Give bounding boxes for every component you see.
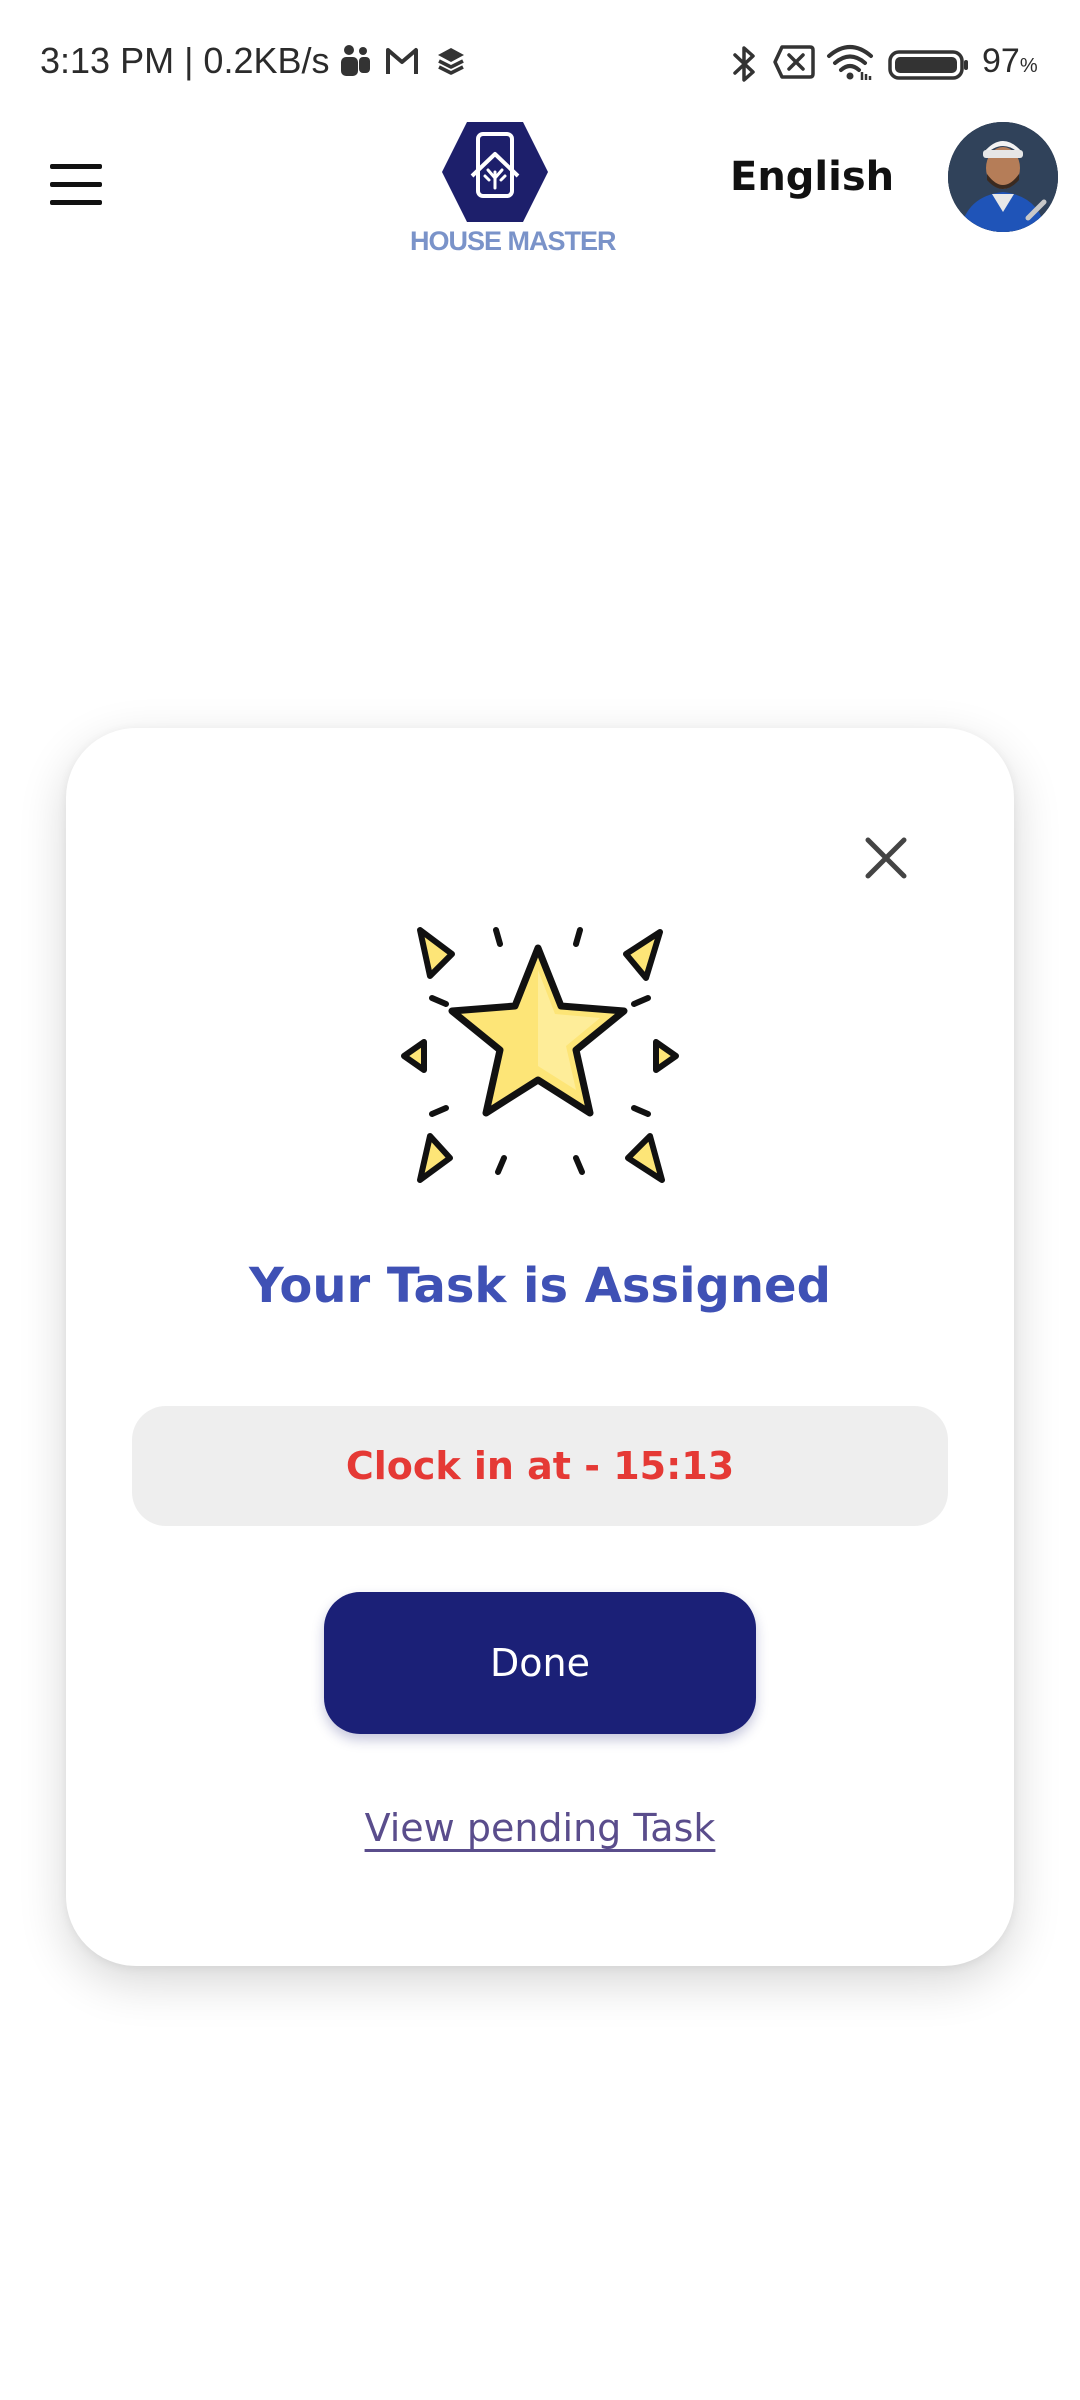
clock-in-banner: Clock in at - 15:13 — [132, 1406, 948, 1526]
status-time: 3:13 PM | 0.2KB/s — [40, 40, 330, 81]
teams-icon — [341, 45, 370, 76]
app-header: HOUSE MASTER English — [0, 110, 1080, 270]
star-celebration-icon — [401, 927, 679, 1183]
close-icon[interactable] — [856, 828, 916, 888]
house-master-logo: HOUSE MASTER — [410, 120, 617, 270]
menu-icon[interactable] — [46, 160, 106, 210]
done-button-label: Done — [490, 1641, 590, 1685]
done-button[interactable]: Done — [324, 1592, 756, 1734]
layers-icon — [438, 48, 464, 75]
clock-in-text: Clock in at - 15:13 — [345, 1444, 735, 1488]
dialog-title: Your Task is Assigned — [249, 1258, 831, 1314]
bluetooth-icon — [733, 46, 755, 82]
view-pending-task-link[interactable]: View pending Task — [66, 1806, 1014, 1850]
gmail-icon — [386, 48, 418, 74]
language-selector[interactable]: English — [730, 154, 894, 200]
logo-hexagon-icon — [442, 122, 548, 222]
avatar[interactable] — [948, 122, 1058, 232]
battery-percentage: 97% — [982, 42, 1038, 80]
battery-icon — [888, 50, 968, 80]
logo-text: HOUSE MASTER — [410, 226, 617, 256]
task-assigned-dialog: Your Task is Assigned Clock in at - 15:1… — [66, 728, 1014, 1966]
wifi-icon — [827, 45, 873, 80]
no-sim-icon — [773, 45, 815, 79]
profile-photo-icon — [948, 122, 1058, 232]
